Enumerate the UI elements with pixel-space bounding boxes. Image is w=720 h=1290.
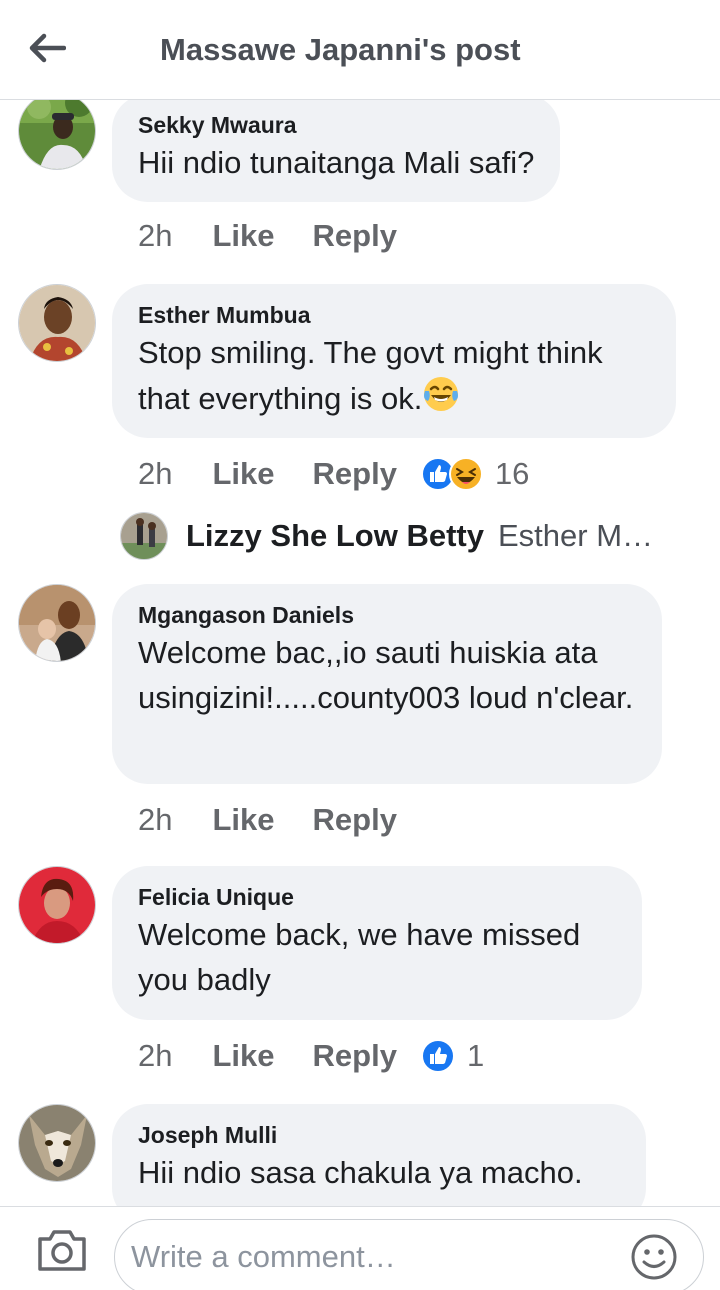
reply-button[interactable]: Reply [313, 1038, 397, 1074]
avatar[interactable] [18, 100, 96, 170]
avatar[interactable] [18, 866, 96, 944]
comment-time[interactable]: 2h [138, 218, 172, 254]
camera-icon [38, 1230, 86, 1271]
reply-button[interactable]: Reply [313, 802, 397, 838]
comment-time[interactable]: 2h [138, 1038, 172, 1074]
like-button[interactable]: Like [212, 456, 274, 492]
reaction-count: 16 [494, 456, 530, 491]
comment-author[interactable]: Sekky Mwaura [138, 112, 534, 138]
comment-composer [0, 1206, 720, 1290]
reply-button[interactable]: Reply [313, 456, 397, 492]
reply-preview[interactable]: Lizzy She Low Betty Esther M… [120, 512, 653, 560]
back-button[interactable] [24, 28, 70, 68]
comment-author[interactable]: Felicia Unique [138, 884, 616, 910]
reaction-summary[interactable]: 16 [420, 456, 530, 492]
comment-bubble[interactable]: Esther Mumbua Stop smiling. The govt mig… [112, 284, 676, 438]
comment-actions: 2h Like Reply 16 [138, 454, 529, 494]
avatar[interactable] [18, 284, 96, 362]
comment-text: Welcome back, we have missed you badly [138, 917, 581, 997]
comment-text: Stop smiling. The govt might think that … [138, 330, 650, 421]
comment-bubble[interactable]: Mgangason Daniels Welcome bac,,io sauti … [112, 584, 662, 784]
comment-author[interactable]: Esther Mumbua [138, 302, 650, 328]
avatar[interactable] [120, 512, 168, 560]
like-button[interactable]: Like [212, 218, 274, 254]
avatar[interactable] [18, 584, 96, 662]
comment-text: Welcome bac,,io sauti huiskia ata usingi… [138, 635, 634, 715]
reply-text: Esther M… [497, 518, 654, 553]
reply-author[interactable]: Lizzy She Low Betty [186, 518, 484, 554]
avatar[interactable] [18, 1104, 96, 1182]
comment-text: Hii ndio tunaitanga Mali safi? [138, 145, 535, 180]
like-reaction-icon [420, 1039, 455, 1073]
comment-input[interactable] [114, 1219, 704, 1290]
comment-author[interactable]: Mgangason Daniels [138, 602, 636, 628]
reaction-count: 1 [466, 1038, 485, 1073]
comment-text-body: Stop smiling. The govt might think that … [138, 335, 603, 416]
like-button[interactable]: Like [212, 802, 274, 838]
camera-button[interactable] [36, 1227, 88, 1273]
tears-of-joy-emoji-icon [424, 377, 459, 411]
reply-button[interactable]: Reply [313, 218, 397, 254]
reaction-summary[interactable]: 1 [420, 1038, 485, 1074]
comment-actions: 2h Like Reply [138, 216, 421, 256]
top-bar: Massawe Japanni's post [0, 0, 720, 100]
comments-list[interactable]: Sekky Mwaura Hii ndio tunaitanga Mali sa… [0, 100, 720, 1206]
comment-actions: 2h Like Reply [138, 800, 421, 840]
comment-bubble[interactable]: Sekky Mwaura Hii ndio tunaitanga Mali sa… [112, 100, 561, 202]
comment-time[interactable]: 2h [138, 802, 172, 838]
comment-text: Hii ndio sasa chakula ya macho. [138, 1155, 583, 1190]
comment-time[interactable]: 2h [138, 456, 172, 492]
comment-bubble[interactable]: Felicia Unique Welcome back, we have mis… [112, 866, 642, 1020]
smiley-icon [631, 1234, 677, 1280]
comment-actions: 2h Like Reply 1 [138, 1036, 484, 1076]
back-arrow-icon [29, 33, 66, 63]
laugh-reaction-icon [448, 457, 483, 491]
emoji-button[interactable] [630, 1233, 678, 1281]
comment-bubble[interactable]: Joseph Mulli Hii ndio sasa chakula ya ma… [112, 1104, 646, 1206]
comment-author[interactable]: Joseph Mulli [138, 1122, 620, 1148]
page-title: Massawe Japanni's post [160, 32, 521, 67]
like-button[interactable]: Like [212, 1038, 274, 1074]
